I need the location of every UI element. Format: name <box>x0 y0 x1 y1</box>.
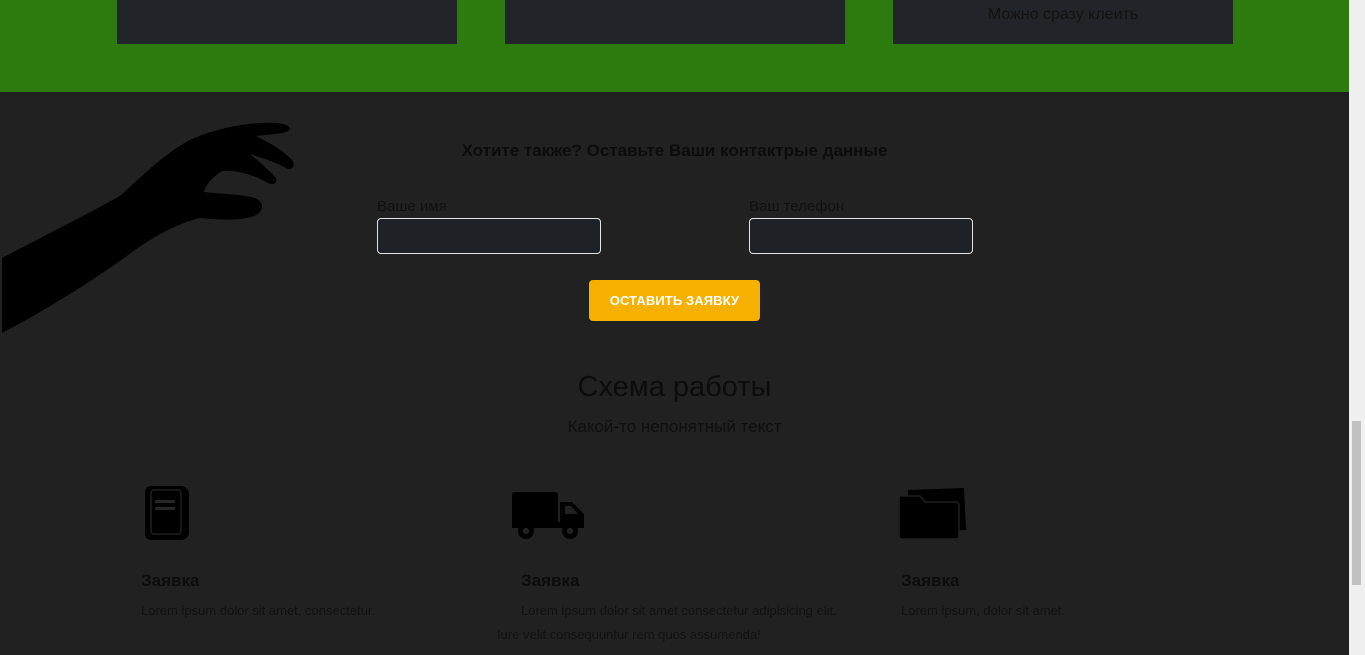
feature-card <box>117 0 457 44</box>
feature-card-text: Можно сразу клеить <box>987 6 1139 23</box>
step-description: Lorem ipsum dolor sit amet, consectetur. <box>141 603 376 618</box>
submit-request-button[interactable]: ОСТАВИТЬ ЗАЯВКУ <box>589 280 760 321</box>
phone-input[interactable] <box>749 218 973 254</box>
scheme-section-title: Схема работы <box>577 371 772 403</box>
step-title: Заявка <box>901 571 960 590</box>
step-description: Lorem ipsum dolor sit amet consectetur a… <box>497 603 837 642</box>
scrollbar-thumb[interactable] <box>1352 421 1361 585</box>
phone-field-label: Ваш телефон <box>749 198 845 215</box>
name-input[interactable] <box>377 218 601 254</box>
book-icon <box>145 486 189 540</box>
feature-card <box>505 0 845 44</box>
step-title: Заявка <box>521 571 580 590</box>
truck-icon <box>512 492 584 540</box>
step-description: Lorem ipsum, dolor sit amet. <box>901 603 1066 618</box>
scheme-section-subtitle: Какой-то непонятный текст <box>567 417 782 436</box>
contact-form-title: Хотите также? Оставьте Ваши контактрые д… <box>461 141 888 160</box>
step-title: Заявка <box>141 571 200 590</box>
folder-icon <box>898 488 968 540</box>
feature-card: Можно сразу клеить <box>893 0 1233 44</box>
page: Можно сразу клеить Хотите также? Оставьт… <box>0 0 1349 655</box>
name-field-label: Ваше имя <box>377 198 447 215</box>
